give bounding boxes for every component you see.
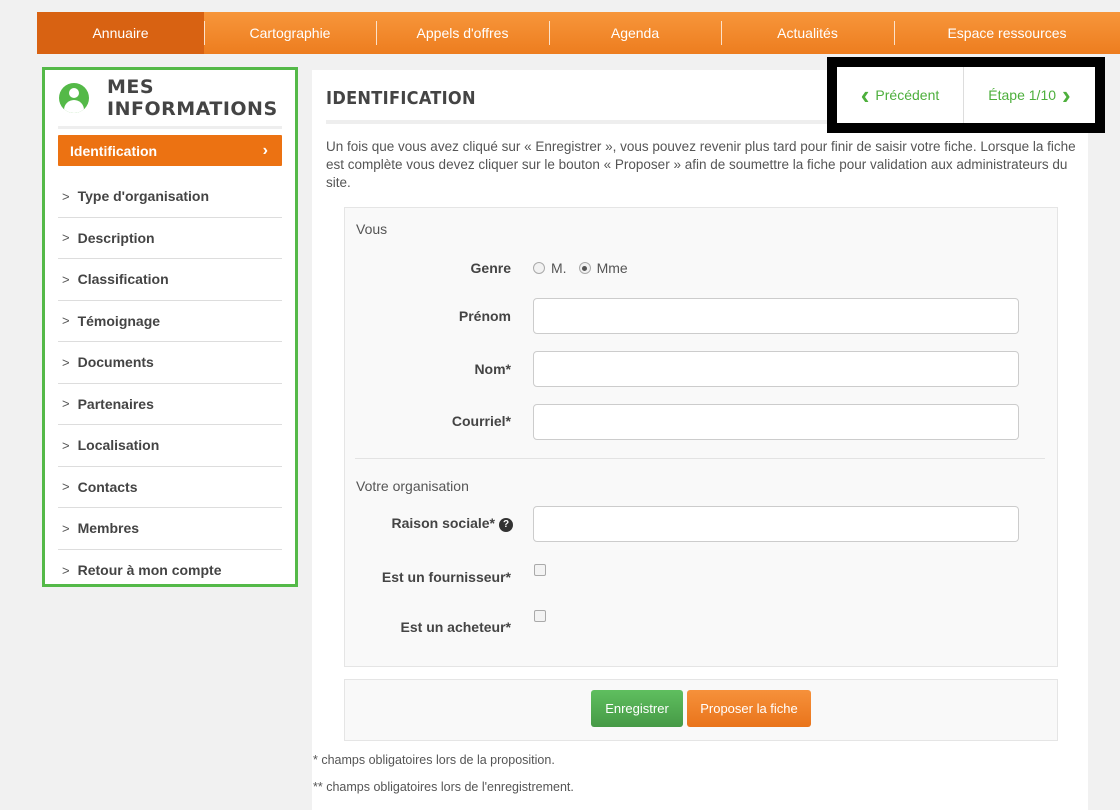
sidebar-item-localisation[interactable]: > Localisation: [58, 425, 282, 467]
chevron-right-icon: >: [62, 271, 70, 287]
section-vous-label: Vous: [356, 221, 388, 237]
nav-item-agenda[interactable]: Agenda: [549, 12, 721, 54]
help-icon[interactable]: ?: [499, 518, 513, 532]
identification-form: Vous Genre M. Mme Prénom Nom* Courriel* …: [344, 207, 1058, 667]
chevron-right-icon: >: [62, 313, 70, 329]
section-organisation-label: Votre organisation: [356, 478, 469, 494]
sidebar-item-label: Localisation: [77, 437, 160, 454]
genre-radio-mme[interactable]: [578, 262, 591, 274]
nav-label: Appels d'offres: [416, 25, 509, 41]
sidebar-item-retour-compte[interactable]: > Retour à mon compte: [58, 550, 282, 592]
sidebar-item-label: Témoignage: [77, 312, 161, 329]
fournisseur-checkbox[interactable]: [534, 564, 546, 576]
nav-item-espace-ressources[interactable]: Espace ressources: [894, 12, 1120, 54]
nav-item-actualites[interactable]: Actualités: [721, 12, 894, 54]
sidebar-menu: Identification › > Type d'organisation > D…: [58, 126, 282, 591]
acheteur-checkbox[interactable]: [534, 610, 546, 622]
intro-text: Un fois que vous avez cliqué sur « Enreg…: [326, 139, 1076, 190]
sidebar-item-label: Description: [77, 229, 155, 246]
raison-sociale-input[interactable]: [533, 506, 1019, 542]
previous-label: Précédent: [875, 87, 940, 103]
nav-label: Espace ressources: [947, 25, 1067, 41]
courriel-input[interactable]: [533, 404, 1019, 440]
next-step-button[interactable]: Étape 1/10 ›: [964, 82, 1095, 108]
chevron-right-icon: ›: [1062, 80, 1071, 110]
chevron-right-icon: >: [62, 354, 70, 370]
sidebar-item-label: Retour à mon compte: [77, 562, 222, 579]
sidebar-item-classification[interactable]: > Classification: [58, 259, 282, 301]
genre-option-m-label: M.: [551, 260, 567, 276]
prenom-input[interactable]: [533, 298, 1019, 334]
nav-item-appels-offres[interactable]: Appels d'offres: [376, 12, 549, 54]
chevron-left-icon: ‹: [860, 80, 870, 110]
prenom-label: Prénom: [458, 308, 511, 324]
chevron-right-icon: >: [62, 230, 70, 246]
nav-label: Annuaire: [92, 25, 149, 41]
sidebar-item-label: Identification: [70, 142, 158, 159]
save-button[interactable]: Enregistrer: [591, 690, 683, 727]
footnote-proposition: * champs obligatoires lors de la proposi…: [313, 753, 555, 767]
sidebar-item-label: Membres: [77, 520, 140, 537]
chevron-right-icon: >: [62, 437, 70, 453]
sidebar-item-documents[interactable]: > Documents: [58, 342, 282, 384]
sidebar-item-temoignage[interactable]: > Témoignage: [58, 301, 282, 342]
sidebar-item-identification[interactable]: Identification ›: [58, 135, 282, 166]
sidebar-item-label: Classification: [77, 271, 169, 288]
chevron-right-icon: >: [62, 396, 70, 412]
section-divider: [355, 458, 1045, 459]
propose-button[interactable]: Proposer la fiche: [687, 690, 811, 727]
chevron-right-icon: >: [62, 520, 70, 536]
nom-label: Nom*: [474, 361, 511, 377]
sidebar-header: MES INFORMATIONS: [45, 70, 295, 126]
raison-sociale-label-group: Raison sociale*?: [391, 515, 513, 532]
sidebar-item-label: Partenaires: [77, 395, 154, 412]
nom-input[interactable]: [533, 351, 1019, 387]
chevron-right-icon: >: [62, 479, 70, 495]
page-title: IDENTIFICATION: [326, 88, 476, 109]
sidebar-item-membres[interactable]: > Membres: [58, 508, 282, 550]
top-navigation: Annuaire Cartographie Appels d'offres Ag…: [37, 12, 1120, 54]
chevron-right-icon: >: [62, 562, 70, 578]
fournisseur-label: Est un fournisseur*: [381, 569, 511, 585]
acheteur-label: Est un acheteur*: [400, 619, 511, 635]
sidebar-title: MES INFORMATIONS: [107, 76, 278, 120]
genre-label: Genre: [470, 260, 511, 276]
previous-step-button[interactable]: ‹ Précédent: [837, 67, 964, 123]
sidebar-item-label: Contacts: [77, 478, 138, 495]
nav-label: Cartographie: [249, 25, 331, 41]
nav-item-annuaire[interactable]: Annuaire: [37, 12, 204, 54]
sidebar-item-label: Type d'organisation: [77, 188, 210, 205]
sidebar: MES INFORMATIONS Identification › > Type …: [42, 67, 298, 587]
genre-option-mme-label: Mme: [596, 260, 628, 276]
raison-sociale-label: Raison sociale*: [391, 515, 496, 531]
sidebar-item-type-organisation[interactable]: > Type d'organisation: [58, 176, 282, 218]
chevron-right-icon: >: [62, 188, 70, 204]
sidebar-item-description[interactable]: > Description: [58, 218, 282, 259]
nav-label: Actualités: [777, 25, 838, 41]
sidebar-item-contacts[interactable]: > Contacts: [58, 467, 282, 508]
chevron-right-icon: ›: [262, 141, 268, 159]
nav-label: Agenda: [610, 25, 660, 41]
nav-item-cartographie[interactable]: Cartographie: [204, 12, 376, 54]
user-circle-icon: [59, 83, 89, 113]
step-navigation: ‹ Précédent Étape 1/10 ›: [827, 57, 1105, 133]
sidebar-item-label: Documents: [77, 354, 154, 371]
genre-radio-group: M. Mme: [533, 260, 628, 276]
sidebar-item-partenaires[interactable]: > Partenaires: [58, 384, 282, 425]
step-indicator: Étape 1/10: [988, 87, 1057, 103]
courriel-label: Courriel*: [451, 413, 511, 429]
form-actions: Enregistrer Proposer la fiche: [344, 679, 1058, 741]
genre-radio-m[interactable]: [533, 262, 545, 274]
